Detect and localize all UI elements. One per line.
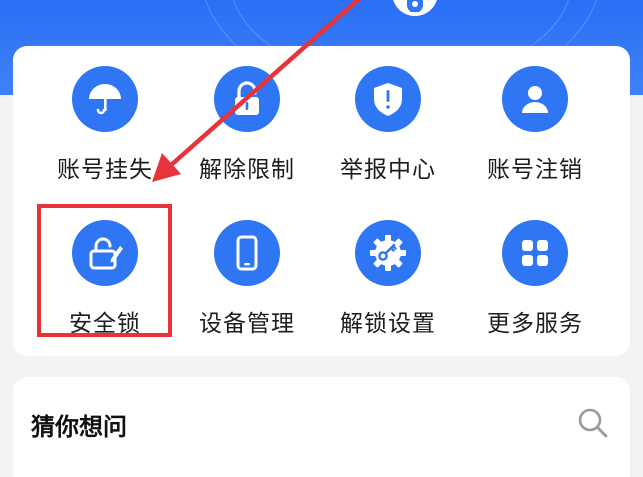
- highlight-box: [37, 204, 172, 337]
- search-icon[interactable]: [575, 405, 611, 441]
- service-account-loss[interactable]: 账号挂失: [35, 66, 175, 196]
- faq-title: 猜你想问: [31, 413, 127, 441]
- grid-icon: [502, 220, 568, 286]
- service-label: 举报中心: [340, 157, 436, 183]
- service-account-cancel[interactable]: 账号注销: [465, 66, 605, 196]
- umbrella-icon: [72, 66, 138, 132]
- service-label: 设备管理: [199, 311, 295, 337]
- gear-key-icon: [355, 220, 421, 286]
- service-unlock-settings[interactable]: 解锁设置: [318, 220, 458, 350]
- unlock-icon: [214, 66, 280, 132]
- service-more-services[interactable]: 更多服务: [465, 220, 605, 350]
- service-device-management[interactable]: 设备管理: [177, 220, 317, 350]
- service-label: 解除限制: [199, 157, 295, 183]
- faq-card: 猜你想问: [13, 377, 630, 477]
- service-label: 账号挂失: [57, 157, 153, 183]
- service-label: 账号注销: [487, 157, 583, 183]
- service-label: 解锁设置: [340, 311, 436, 337]
- phone-icon: [214, 220, 280, 286]
- shield-alert-icon: [355, 66, 421, 132]
- user-icon: [502, 66, 568, 132]
- service-report-center[interactable]: 举报中心: [318, 66, 458, 196]
- service-label: 更多服务: [487, 311, 583, 337]
- service-remove-restriction[interactable]: 解除限制: [177, 66, 317, 196]
